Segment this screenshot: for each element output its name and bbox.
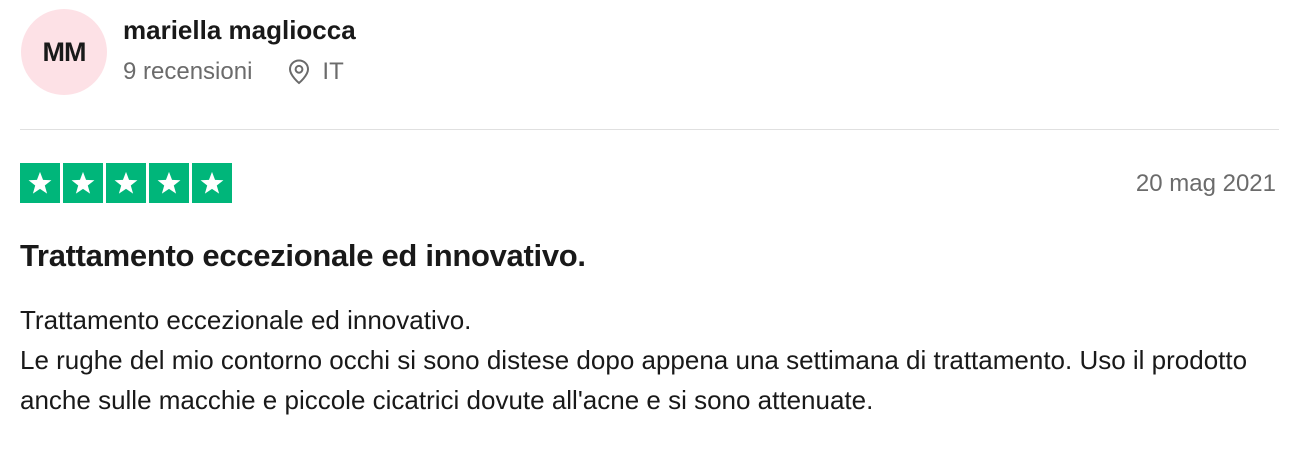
reviewer-meta: 9 recensioni IT [123,58,344,86]
star-rating [20,163,232,203]
review-body-line: Trattamento eccezionale ed innovativo. [20,305,472,335]
review-title[interactable]: Trattamento eccezionale ed innovativo. [20,238,586,274]
reviewer-country: IT [322,58,344,85]
star-icon [149,163,189,203]
divider [20,129,1279,130]
avatar[interactable]: MM [21,9,107,95]
location-pin-icon [288,59,310,85]
star-icon [63,163,103,203]
review-body-line: Le rughe del mio contorno occhi si sono … [20,345,1248,415]
review-body: Trattamento eccezionale ed innovativo. L… [20,300,1280,420]
reviewer-name[interactable]: mariella magliocca [123,15,356,46]
star-icon [106,163,146,203]
star-icon [192,163,232,203]
reviews-count: 9 recensioni [123,58,253,85]
star-icon [20,163,60,203]
review-date: 20 mag 2021 [1135,170,1276,197]
